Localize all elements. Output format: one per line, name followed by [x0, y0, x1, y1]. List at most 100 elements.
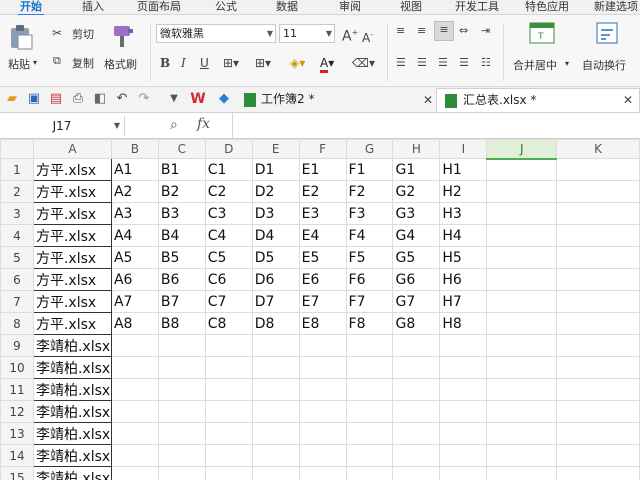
cell[interactable]: [110, 334, 159, 357]
cell[interactable]: [486, 246, 558, 269]
align-right-icon[interactable]: ☰: [438, 55, 448, 71]
cell[interactable]: F5: [345, 246, 394, 269]
cell[interactable]: F1: [345, 158, 394, 181]
cell[interactable]: 方平.xlsx: [32, 158, 112, 181]
cell[interactable]: [157, 356, 206, 379]
row-header[interactable]: 8: [0, 312, 34, 335]
cell[interactable]: C7: [204, 290, 253, 313]
cell[interactable]: E2: [298, 180, 347, 203]
cell[interactable]: [486, 422, 558, 445]
cell[interactable]: D5: [251, 246, 300, 269]
cell[interactable]: [556, 224, 640, 247]
cell[interactable]: [556, 268, 640, 291]
indent-icon[interactable]: ⇥: [481, 23, 490, 39]
column-header[interactable]: D: [204, 139, 253, 159]
cell[interactable]: [345, 400, 394, 423]
cell[interactable]: A2: [110, 180, 159, 203]
cell[interactable]: C5: [204, 246, 253, 269]
cell[interactable]: F4: [345, 224, 394, 247]
cell[interactable]: [486, 312, 558, 335]
cell[interactable]: D1: [251, 158, 300, 181]
cell[interactable]: [110, 422, 159, 445]
cell[interactable]: 李靖柏.xlsx: [32, 444, 112, 467]
doc-tab-workbook2[interactable]: 工作簿2 *: [242, 88, 432, 112]
print-preview-icon[interactable]: ◧: [92, 91, 108, 107]
cell[interactable]: [392, 400, 441, 423]
cell[interactable]: 方平.xlsx: [32, 180, 112, 203]
cell[interactable]: 李靖柏.xlsx: [32, 400, 112, 423]
cell[interactable]: [392, 444, 441, 467]
cell[interactable]: 李靖柏.xlsx: [32, 378, 112, 401]
cell[interactable]: F6: [345, 268, 394, 291]
cell[interactable]: [345, 444, 394, 467]
cell[interactable]: [486, 224, 558, 247]
cell[interactable]: [157, 378, 206, 401]
cell[interactable]: [157, 400, 206, 423]
cell[interactable]: [556, 466, 640, 480]
cell[interactable]: [439, 422, 488, 445]
row-header[interactable]: 3: [0, 202, 34, 225]
cell[interactable]: A5: [110, 246, 159, 269]
cell[interactable]: B6: [157, 268, 206, 291]
cell[interactable]: [556, 202, 640, 225]
cell[interactable]: 李靖柏.xlsx: [32, 422, 112, 445]
cell[interactable]: [204, 334, 253, 357]
cell[interactable]: [556, 246, 640, 269]
open-folder-icon[interactable]: ▰: [4, 91, 20, 107]
cell[interactable]: [486, 180, 558, 203]
italic-icon[interactable]: I: [181, 55, 186, 71]
cell[interactable]: [486, 466, 558, 480]
cell[interactable]: B8: [157, 312, 206, 335]
orientation-icon[interactable]: ⇔: [459, 23, 468, 39]
cell[interactable]: [110, 444, 159, 467]
cell[interactable]: [392, 422, 441, 445]
cell[interactable]: A1: [110, 158, 159, 181]
merge-cells-icon[interactable]: ⊞▾: [255, 55, 271, 71]
cell[interactable]: D6: [251, 268, 300, 291]
cell[interactable]: G6: [392, 268, 441, 291]
export-pdf-icon[interactable]: ▤: [48, 91, 64, 107]
tab-insert[interactable]: 插入: [82, 0, 104, 15]
cell[interactable]: [157, 422, 206, 445]
bold-icon[interactable]: B: [160, 55, 170, 71]
cell[interactable]: D2: [251, 180, 300, 203]
cell[interactable]: G4: [392, 224, 441, 247]
cell[interactable]: H2: [439, 180, 488, 203]
cell[interactable]: E3: [298, 202, 347, 225]
row-header[interactable]: 5: [0, 246, 34, 269]
cell[interactable]: [556, 158, 640, 181]
eraser-icon[interactable]: ⌫▾: [352, 55, 375, 71]
cell[interactable]: [251, 378, 300, 401]
row-header[interactable]: 7: [0, 290, 34, 313]
cell[interactable]: G2: [392, 180, 441, 203]
align-center-icon[interactable]: ☰: [417, 55, 427, 71]
doc-tab-summary[interactable]: 汇总表.xlsx * ✕: [436, 88, 640, 112]
cell[interactable]: [392, 378, 441, 401]
border-icon[interactable]: ⊞▾: [223, 55, 239, 71]
cell[interactable]: [204, 444, 253, 467]
cell[interactable]: E8: [298, 312, 347, 335]
cell[interactable]: [486, 158, 558, 181]
cell[interactable]: 方平.xlsx: [32, 268, 112, 291]
undo-icon[interactable]: ↶: [114, 91, 130, 107]
cell[interactable]: F7: [345, 290, 394, 313]
cell[interactable]: [110, 378, 159, 401]
cell[interactable]: H4: [439, 224, 488, 247]
cell[interactable]: [204, 422, 253, 445]
cell[interactable]: [345, 378, 394, 401]
cell[interactable]: 方平.xlsx: [32, 290, 112, 313]
cell[interactable]: C3: [204, 202, 253, 225]
cell[interactable]: [204, 466, 253, 480]
cell[interactable]: E7: [298, 290, 347, 313]
cell[interactable]: H3: [439, 202, 488, 225]
cell[interactable]: [556, 400, 640, 423]
font-name-select[interactable]: 微软雅黑 ▼: [156, 24, 276, 43]
cell[interactable]: [486, 356, 558, 379]
column-header[interactable]: I: [439, 139, 488, 159]
cell[interactable]: [486, 378, 558, 401]
cell[interactable]: [556, 312, 640, 335]
cell[interactable]: [486, 202, 558, 225]
tab-special[interactable]: 特色应用: [525, 0, 569, 15]
select-all-corner[interactable]: [0, 139, 34, 159]
row-header[interactable]: 15: [0, 466, 34, 480]
